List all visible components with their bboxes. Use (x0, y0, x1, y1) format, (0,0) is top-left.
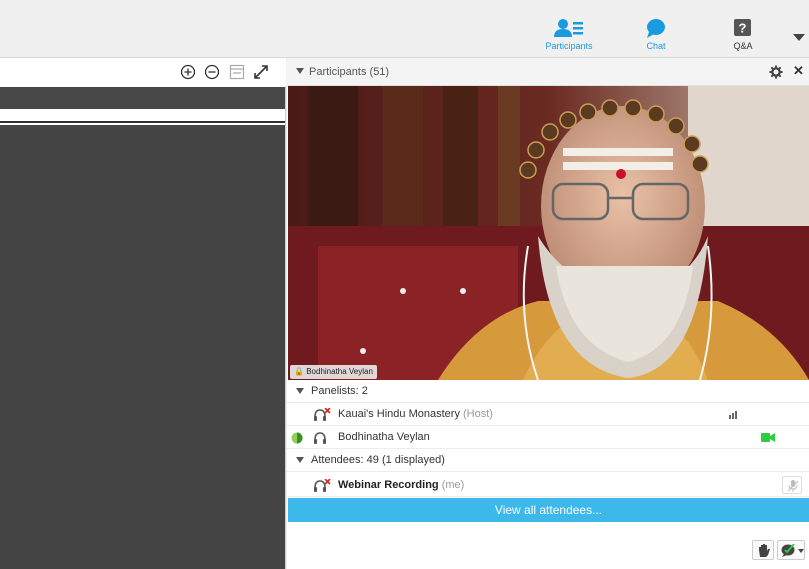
chat-label: Chat (646, 41, 666, 51)
content-toolbar (0, 58, 286, 86)
video-caption: Bodhinatha Veylan (306, 367, 373, 376)
participants-footer (287, 522, 809, 569)
participant-role: (me) (441, 479, 465, 491)
collapse-caret-icon (296, 388, 304, 394)
chat-button[interactable]: Chat (621, 18, 691, 58)
video-feed: 🔒 Bodhinatha Veylan (288, 86, 809, 380)
fit-width-icon[interactable] (229, 64, 245, 80)
microphone-muted-icon (788, 480, 798, 492)
question-icon: ? (734, 19, 751, 36)
headset-muted-icon (314, 479, 331, 492)
video-name-tag: 🔒 Bodhinatha Veylan (290, 365, 377, 379)
panelists-section-header[interactable]: Panelists: 2 (287, 380, 809, 403)
lock-icon: 🔒 (294, 367, 304, 376)
chat-bubble-icon (647, 19, 665, 38)
participants-icon (554, 19, 583, 37)
zoom-in-icon[interactable] (180, 64, 196, 80)
content-header-bar (0, 87, 285, 109)
headset-muted-icon (314, 408, 331, 421)
panelists-header: Panelists: 2 (311, 385, 368, 397)
participants-button[interactable]: Participants (534, 18, 604, 58)
fullscreen-icon[interactable] (253, 64, 269, 80)
collapse-caret-icon[interactable] (296, 68, 304, 74)
raise-hand-button[interactable] (752, 540, 774, 560)
participants-panel: Participants (51) ✕ 🔒 Bodhinatha Veylan … (287, 58, 809, 569)
view-all-attendees-button[interactable]: View all attendees... (288, 498, 809, 522)
participant-row[interactable]: Kauai's Hindu Monastery (Host) (287, 403, 809, 426)
shared-content-area (0, 125, 285, 569)
presenter-ball-icon (291, 432, 303, 444)
participants-label: Participants (545, 41, 593, 51)
gear-icon[interactable] (769, 65, 783, 79)
audio-level-icon (729, 411, 737, 419)
qa-button[interactable]: ? Q&A (708, 18, 778, 58)
participants-panel-header: Participants (51) ✕ (287, 58, 809, 86)
content-subheader (0, 109, 285, 123)
participants-panel-title: Participants (51) (309, 66, 390, 78)
participant-row[interactable]: Webinar Recording (me) (287, 474, 809, 497)
video-camera-icon (761, 433, 775, 442)
close-icon[interactable]: ✕ (793, 63, 804, 79)
feedback-menu-button[interactable] (777, 540, 805, 560)
chevron-down-icon (798, 549, 804, 553)
attendees-header: Attendees: 49 (1 displayed) (311, 454, 445, 466)
raise-hand-icon (759, 544, 770, 557)
emoticon-icon (781, 544, 795, 557)
attendees-section-header[interactable]: Attendees: 49 (1 displayed) (287, 449, 809, 472)
content-share-panel (0, 58, 286, 569)
qa-label: Q&A (733, 41, 753, 51)
participant-name: Bodhinatha Veylan (338, 431, 430, 443)
zoom-out-icon[interactable] (204, 64, 220, 80)
top-toolbar: Participants Chat ? Q&A (0, 0, 809, 58)
mute-toggle-button[interactable] (782, 476, 802, 494)
participant-name: Webinar Recording (338, 479, 439, 491)
participant-name: Kauai's Hindu Monastery (338, 408, 460, 420)
participant-row[interactable]: Bodhinatha Veylan (287, 426, 809, 449)
participant-role: (Host) (463, 408, 493, 420)
qa-glyph: ? (739, 21, 747, 36)
collapse-caret-icon (296, 457, 304, 463)
speaker-video-image (288, 86, 809, 380)
more-dropdown-icon[interactable] (792, 32, 806, 42)
headset-icon (314, 432, 326, 444)
